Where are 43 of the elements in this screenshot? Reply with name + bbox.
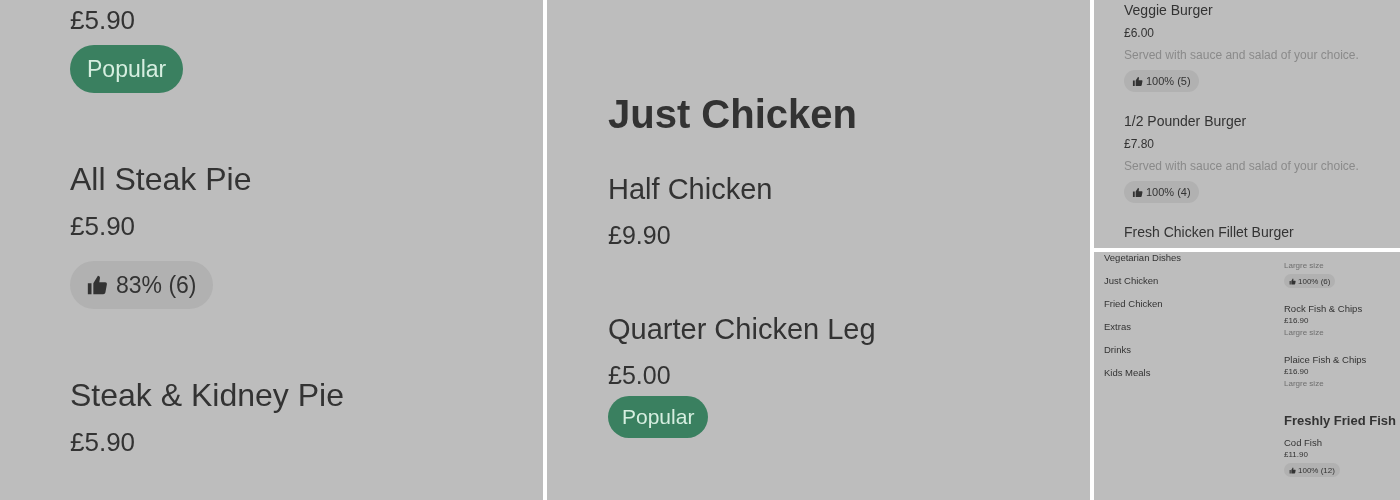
dish-name[interactable]: Cod Fish bbox=[1284, 436, 1322, 449]
dish-name[interactable]: Steak & Kidney Pie bbox=[70, 375, 344, 415]
dish-description: Largre size bbox=[1284, 260, 1324, 272]
section-heading: Just Chicken bbox=[608, 91, 857, 138]
dish-name[interactable]: Veggie Burger bbox=[1124, 0, 1213, 20]
category-link[interactable]: Fried Chicken bbox=[1104, 292, 1163, 315]
rating-text: 83% (6) bbox=[116, 271, 197, 299]
dish-name[interactable]: All Steak Pie bbox=[70, 159, 252, 199]
category-link[interactable]: Kids Meals bbox=[1104, 361, 1151, 384]
dish-price: £7.80 bbox=[1124, 136, 1155, 153]
thumbs-up-icon bbox=[1289, 466, 1296, 474]
dish-name[interactable]: 1/2 Pounder Burger bbox=[1124, 111, 1247, 131]
dish-price: £16.90 bbox=[1284, 315, 1309, 327]
category-link[interactable]: Just Chicken bbox=[1104, 269, 1159, 292]
dish-price: £16.90 bbox=[1284, 366, 1309, 378]
category-link[interactable]: Extras bbox=[1104, 315, 1131, 338]
dish-price: £6.00 bbox=[1124, 25, 1155, 42]
rating-text: 100% (12) bbox=[1298, 465, 1335, 475]
dish-name[interactable]: Rock Fish & Chips bbox=[1284, 302, 1363, 315]
thumbs-up-icon bbox=[1132, 75, 1143, 87]
thumbs-up-icon bbox=[1289, 277, 1296, 285]
popular-badge: Popular bbox=[608, 396, 709, 438]
dish-name[interactable]: Quarter Chicken Leg bbox=[608, 310, 876, 348]
dish-description: Largre size bbox=[1284, 327, 1324, 339]
dish-description: Largre size bbox=[1284, 378, 1324, 390]
dish-price: £5.90 bbox=[70, 211, 136, 241]
category-link[interactable]: Vegetarian Dishes bbox=[1104, 252, 1182, 269]
dish-name[interactable]: Plaice Fish & Chips bbox=[1284, 353, 1367, 366]
dish-price: £5.00 bbox=[608, 360, 671, 390]
rating-text: 100% (5) bbox=[1146, 75, 1191, 87]
thumbs-up-icon bbox=[1132, 186, 1143, 198]
section-heading: Freshly Fried Fish bbox=[1284, 412, 1396, 430]
category-link[interactable]: Drinks bbox=[1104, 338, 1131, 361]
thumbs-up-icon bbox=[86, 274, 108, 296]
dish-name[interactable]: Half Chicken bbox=[608, 170, 773, 208]
dish-price: £5.90 bbox=[70, 427, 136, 457]
dish-price: £5.90 bbox=[70, 5, 136, 35]
dish-price: £9.90 bbox=[608, 220, 671, 250]
dish-name[interactable]: Fresh Chicken Fillet Burger bbox=[1124, 222, 1294, 242]
dish-price: £11.90 bbox=[1284, 449, 1308, 461]
rating-text: 100% (6) bbox=[1298, 276, 1331, 286]
popular-badge: Popular bbox=[70, 45, 184, 93]
rating-text: 100% (4) bbox=[1146, 186, 1191, 198]
